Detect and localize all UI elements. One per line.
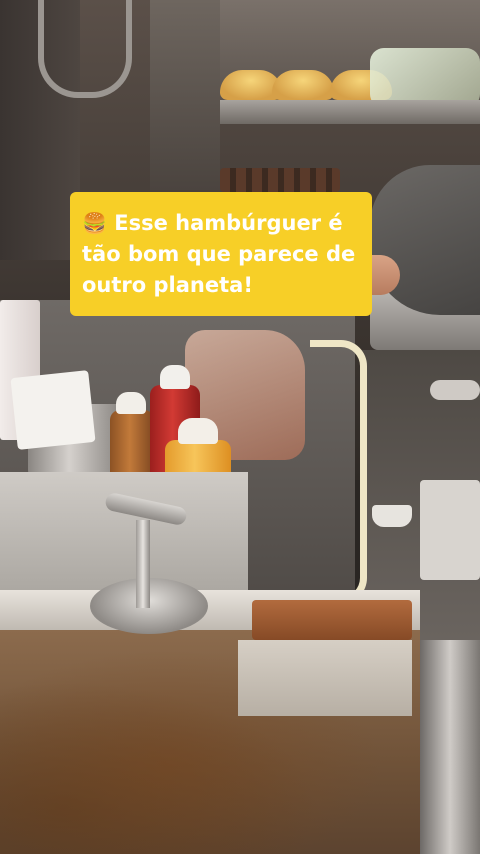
- bottle-cap: [178, 418, 218, 444]
- caption-text: 🍔 Esse hambúrguer é tão bom que parece d…: [70, 208, 372, 301]
- hanging-ring: [38, 0, 132, 98]
- bottle-cap: [116, 392, 146, 414]
- wooden-handle: [252, 600, 412, 640]
- steel-edge: [420, 640, 480, 854]
- caption-message: Esse hambúrguer é tão bom que parece de …: [82, 210, 356, 297]
- bottle-cap: [160, 365, 190, 389]
- burger-bun: [272, 70, 334, 100]
- griddle-scraper: [238, 640, 412, 716]
- burger-press-stem: [136, 520, 150, 608]
- small-bucket: [372, 505, 412, 527]
- tray-rail: [310, 340, 367, 604]
- napkins: [10, 370, 96, 450]
- bread-bag: [370, 48, 480, 108]
- sink-pipe: [430, 380, 480, 400]
- white-box: [420, 480, 480, 580]
- grilled-sausages: [220, 168, 340, 192]
- burger-icon: 🍔: [82, 210, 107, 235]
- shelf-rack: [150, 0, 220, 190]
- caption-box: 🍔 Esse hambúrguer é tão bom que parece d…: [70, 192, 372, 316]
- kitchen-photo: [0, 0, 480, 854]
- upper-shelf: [205, 100, 480, 124]
